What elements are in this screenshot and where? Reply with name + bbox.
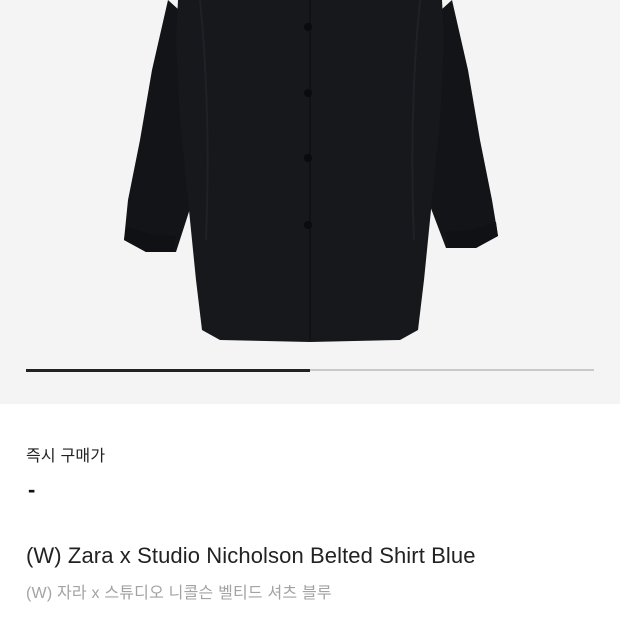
gallery-progress-bar[interactable] xyxy=(26,368,594,372)
product-image-gallery[interactable] xyxy=(0,0,620,404)
product-page: 즉시 구매가 - (W) Zara x Studio Nicholson Bel… xyxy=(0,0,620,620)
product-image[interactable] xyxy=(0,0,620,404)
product-title: (W) Zara x Studio Nicholson Belted Shirt… xyxy=(26,543,476,568)
gallery-progress-fill xyxy=(26,368,310,372)
instant-buy-price-value: - xyxy=(28,477,36,502)
product-subtitle-korean: (W) 자라 x 스튜디오 니콜슨 벨티드 셔츠 블루 xyxy=(26,585,332,602)
instant-buy-price-label: 즉시 구매가 xyxy=(26,448,106,465)
